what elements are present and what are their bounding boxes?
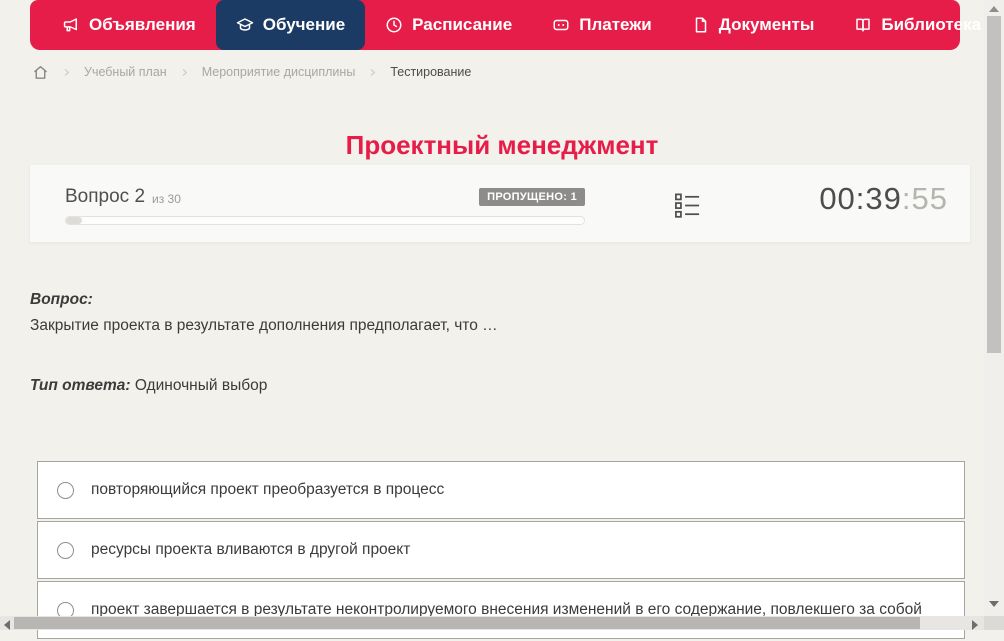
breadcrumb-item-discipline-event[interactable]: Мероприятие дисциплины	[202, 65, 356, 79]
nav-item-payments[interactable]: Платежи	[532, 0, 672, 50]
clock-icon	[385, 16, 403, 34]
progress-fill	[66, 217, 82, 224]
nav-item-label: Расписание	[412, 15, 513, 34]
test-timer: 00:39:55	[819, 181, 948, 217]
breadcrumb-item-testing: Тестирование	[390, 65, 472, 79]
chevron-right-icon	[62, 68, 71, 77]
scrollbar-corner	[984, 616, 1004, 630]
timer-seconds: :55	[901, 181, 948, 216]
answer-option-label: повторяющийся проект преобразуется в про…	[91, 481, 445, 498]
question-text: Закрытие проекта в результате дополнения…	[30, 317, 498, 334]
chevron-right-icon	[180, 68, 189, 77]
answer-option-1[interactable]: повторяющийся проект преобразуется в про…	[37, 461, 965, 519]
skipped-badge: ПРОПУЩЕНО: 1	[479, 188, 585, 206]
scroll-down-arrow[interactable]	[989, 601, 999, 607]
nav-item-label: Документы	[718, 15, 815, 34]
document-icon	[692, 16, 710, 34]
nav-item-documents[interactable]: Документы	[672, 0, 835, 50]
question-total: из 30	[152, 192, 181, 206]
answer-option-label: ресурсы проекта вливаются в другой проек…	[91, 541, 411, 558]
home-icon[interactable]	[32, 64, 49, 81]
nav-item-learning[interactable]: Обучение	[215, 0, 366, 50]
chevron-right-icon	[368, 68, 377, 77]
horizontal-scrollbar-thumb[interactable]	[14, 617, 920, 629]
nav-item-label: Платежи	[579, 15, 652, 34]
progress-bar	[65, 216, 585, 225]
breadcrumb: Учебный план Мероприятие дисциплины Тест…	[32, 61, 471, 83]
timer-main: 00:39	[819, 181, 902, 216]
library-book-icon	[854, 16, 872, 34]
question-progress-block: Вопрос 2 из 30 ПРОПУЩЕНО: 1	[65, 186, 585, 225]
nav-item-label: Библиотека	[881, 15, 982, 34]
nav-item-announcements[interactable]: Объявления	[42, 0, 216, 50]
question-list-button[interactable]	[673, 191, 702, 220]
answer-options: повторяющийся проект преобразуется в про…	[37, 461, 965, 641]
vertical-scrollbar-thumb[interactable]	[987, 16, 1001, 353]
scroll-left-arrow[interactable]	[4, 620, 10, 630]
page-title: Проектный менеджмент	[345, 130, 659, 161]
nav-item-label: Объявления	[89, 15, 196, 34]
scroll-up-arrow[interactable]	[989, 6, 999, 12]
nav-item-schedule[interactable]: Расписание	[365, 0, 532, 50]
breadcrumb-item-study-plan[interactable]: Учебный план	[84, 65, 167, 79]
horizontal-scrollbar[interactable]	[0, 616, 984, 630]
main-navbar: Объявления Обучение Расписание Платежи Д…	[30, 0, 1004, 50]
radio-button[interactable]	[57, 541, 74, 559]
radio-button[interactable]	[57, 481, 74, 499]
question-header-card: Вопрос 2 из 30 ПРОПУЩЕНО: 1 00:39:55	[30, 165, 970, 242]
nav-item-library[interactable]: Библиотека	[834, 0, 1004, 50]
question-heading: Вопрос:	[30, 291, 93, 308]
nav-item-label: Обучение	[262, 15, 346, 34]
question-number: Вопрос 2	[65, 186, 146, 207]
answer-type: Тип ответа: Одиночный выбор	[30, 377, 267, 395]
vertical-scrollbar[interactable]	[984, 0, 1004, 616]
payment-card-icon	[552, 16, 570, 34]
megaphone-icon	[62, 16, 80, 34]
answer-option-2[interactable]: ресурсы проекта вливаются в другой проек…	[37, 521, 965, 579]
scroll-right-arrow[interactable]	[972, 620, 978, 630]
answer-type-label: Тип ответа:	[30, 377, 131, 394]
answer-type-value: Одиночный выбор	[134, 377, 268, 394]
graduation-cap-icon	[236, 16, 254, 34]
answer-option-3[interactable]: проект завершается в результате неконтро…	[37, 581, 965, 639]
